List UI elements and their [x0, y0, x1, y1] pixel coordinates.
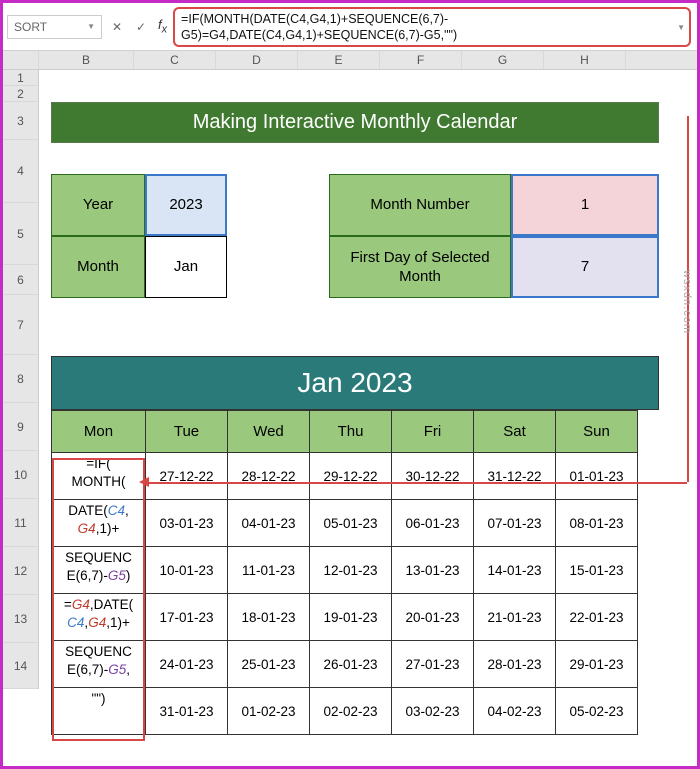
calendar-cell[interactable]: 15-01-23 [556, 547, 638, 594]
formula-buttons: ✕ ✓ fx [106, 16, 171, 38]
row-header[interactable]: 9 [3, 403, 38, 451]
calendar-cell[interactable]: 28-01-23 [474, 641, 556, 688]
day-header: Tue [146, 411, 228, 453]
row-header[interactable]: 8 [3, 355, 38, 403]
accept-formula-icon[interactable]: ✓ [130, 16, 152, 38]
formula-edit-cell[interactable]: =G4,DATE(C4,G4,1)+ [52, 594, 146, 641]
first-day-label: First Day of Selected Month [329, 236, 511, 298]
calendar-cell[interactable]: 12-01-23 [310, 547, 392, 594]
calendar-cell[interactable]: 07-01-23 [474, 500, 556, 547]
arrow-head-icon [139, 477, 149, 487]
year-value-cell[interactable]: 2023 [145, 174, 227, 236]
name-box[interactable]: SORT ▼ [7, 15, 102, 39]
col-header[interactable]: D [216, 51, 298, 69]
calendar-cell[interactable]: 29-12-22 [310, 453, 392, 500]
calendar-cell[interactable]: 28-12-22 [228, 453, 310, 500]
calendar-cell[interactable]: 03-01-23 [146, 500, 228, 547]
select-all-corner[interactable] [3, 51, 39, 69]
calendar-cell[interactable]: 30-12-22 [392, 453, 474, 500]
name-box-text: SORT [14, 20, 47, 34]
row-header[interactable]: 1 [3, 70, 38, 86]
expand-formula-icon[interactable]: ▼ [677, 23, 685, 34]
col-header[interactable]: E [298, 51, 380, 69]
calendar-cell[interactable]: 11-01-23 [228, 547, 310, 594]
calendar-cell[interactable]: 27-12-22 [146, 453, 228, 500]
formula-edit-cell[interactable]: DATE(C4,G4,1)+ [52, 500, 146, 547]
formula-bar-row: SORT ▼ ✕ ✓ fx =IF(MONTH(DATE(C4,G4,1)+SE… [3, 3, 697, 51]
col-header[interactable]: G [462, 51, 544, 69]
calendar-cell[interactable]: 01-02-23 [228, 688, 310, 735]
formula-edit-cell[interactable]: =IF(MONTH( [52, 453, 146, 500]
day-header: Fri [392, 411, 474, 453]
calendar-cell[interactable]: 03-02-23 [392, 688, 474, 735]
month-number-label: Month Number [329, 174, 511, 236]
calendar-cell[interactable]: 05-02-23 [556, 688, 638, 735]
col-header[interactable]: C [134, 51, 216, 69]
calendar-cell[interactable]: 17-01-23 [146, 594, 228, 641]
calendar-cell[interactable]: 02-02-23 [310, 688, 392, 735]
chevron-down-icon[interactable]: ▼ [87, 22, 95, 31]
row-header[interactable]: 11 [3, 499, 38, 547]
column-headers: B C D E F G H [3, 51, 697, 70]
col-header[interactable]: F [380, 51, 462, 69]
day-header: Thu [310, 411, 392, 453]
day-header: Sun [556, 411, 638, 453]
col-header[interactable]: B [39, 51, 134, 69]
calendar-cell[interactable]: 04-02-23 [474, 688, 556, 735]
calendar-cell[interactable]: 25-01-23 [228, 641, 310, 688]
formula-bar[interactable]: =IF(MONTH(DATE(C4,G4,1)+SEQUENCE(6,7)-G5… [173, 7, 691, 47]
calendar-cell[interactable]: 31-01-23 [146, 688, 228, 735]
calendar-cell[interactable]: 18-01-23 [228, 594, 310, 641]
day-header: Wed [228, 411, 310, 453]
calendar-cell[interactable]: 04-01-23 [228, 500, 310, 547]
row-header[interactable]: 10 [3, 451, 38, 499]
calendar-cell[interactable]: 22-01-23 [556, 594, 638, 641]
row-header[interactable]: 7 [3, 295, 38, 355]
formula-edit-cell[interactable]: SEQUENCE(6,7)-G5, [52, 641, 146, 688]
first-day-cell[interactable]: 7 [511, 236, 659, 298]
row-headers: 1 2 3 4 5 6 7 8 9 10 11 12 13 14 [3, 70, 39, 689]
formula-edit-cell[interactable]: "") [52, 688, 146, 735]
row-header[interactable]: 5 [3, 203, 38, 265]
spreadsheet-area[interactable]: Making Interactive Monthly Calendar Year… [39, 70, 697, 689]
calendar-cell[interactable]: 08-01-23 [556, 500, 638, 547]
month-number-cell[interactable]: 1 [511, 174, 659, 236]
calendar-cell[interactable]: 24-01-23 [146, 641, 228, 688]
calendar-cell[interactable]: 10-01-23 [146, 547, 228, 594]
year-label: Year [51, 174, 145, 236]
calendar-cell[interactable]: 27-01-23 [392, 641, 474, 688]
row-header[interactable]: 2 [3, 86, 38, 102]
calendar-cell[interactable]: 31-12-22 [474, 453, 556, 500]
watermark: wsxdn.com [681, 270, 693, 334]
row-header[interactable]: 13 [3, 595, 38, 643]
calendar-cell[interactable]: 26-01-23 [310, 641, 392, 688]
row-header[interactable]: 3 [3, 102, 38, 140]
calendar-cell[interactable]: 20-01-23 [392, 594, 474, 641]
calendar-cell[interactable]: 06-01-23 [392, 500, 474, 547]
row-header[interactable]: 14 [3, 643, 38, 689]
day-header: Sat [474, 411, 556, 453]
calendar-title: Jan 2023 [51, 356, 659, 410]
col-header[interactable]: H [544, 51, 626, 69]
row-header[interactable]: 6 [3, 265, 38, 295]
cancel-formula-icon[interactable]: ✕ [106, 16, 128, 38]
formula-text: =IF(MONTH(DATE(C4,G4,1)+SEQUENCE(6,7)-G5… [181, 12, 457, 43]
calendar-cell[interactable]: 21-01-23 [474, 594, 556, 641]
fx-icon[interactable]: fx [158, 17, 167, 36]
calendar-cell[interactable]: 01-01-23 [556, 453, 638, 500]
row-header[interactable]: 4 [3, 140, 38, 203]
calendar-cell[interactable]: 05-01-23 [310, 500, 392, 547]
month-label: Month [51, 236, 145, 298]
calendar-cell[interactable]: 29-01-23 [556, 641, 638, 688]
calendar-cell[interactable]: 13-01-23 [392, 547, 474, 594]
row-header[interactable]: 12 [3, 547, 38, 595]
calendar-table: Mon Tue Wed Thu Fri Sat Sun =IF(MONTH(27… [51, 410, 638, 735]
calendar-cell[interactable]: 14-01-23 [474, 547, 556, 594]
formula-edit-cell[interactable]: SEQUENCE(6,7)-G5) [52, 547, 146, 594]
month-value-cell[interactable]: Jan [145, 236, 227, 298]
page-title: Making Interactive Monthly Calendar [51, 102, 659, 143]
calendar-cell[interactable]: 19-01-23 [310, 594, 392, 641]
day-header: Mon [52, 411, 146, 453]
